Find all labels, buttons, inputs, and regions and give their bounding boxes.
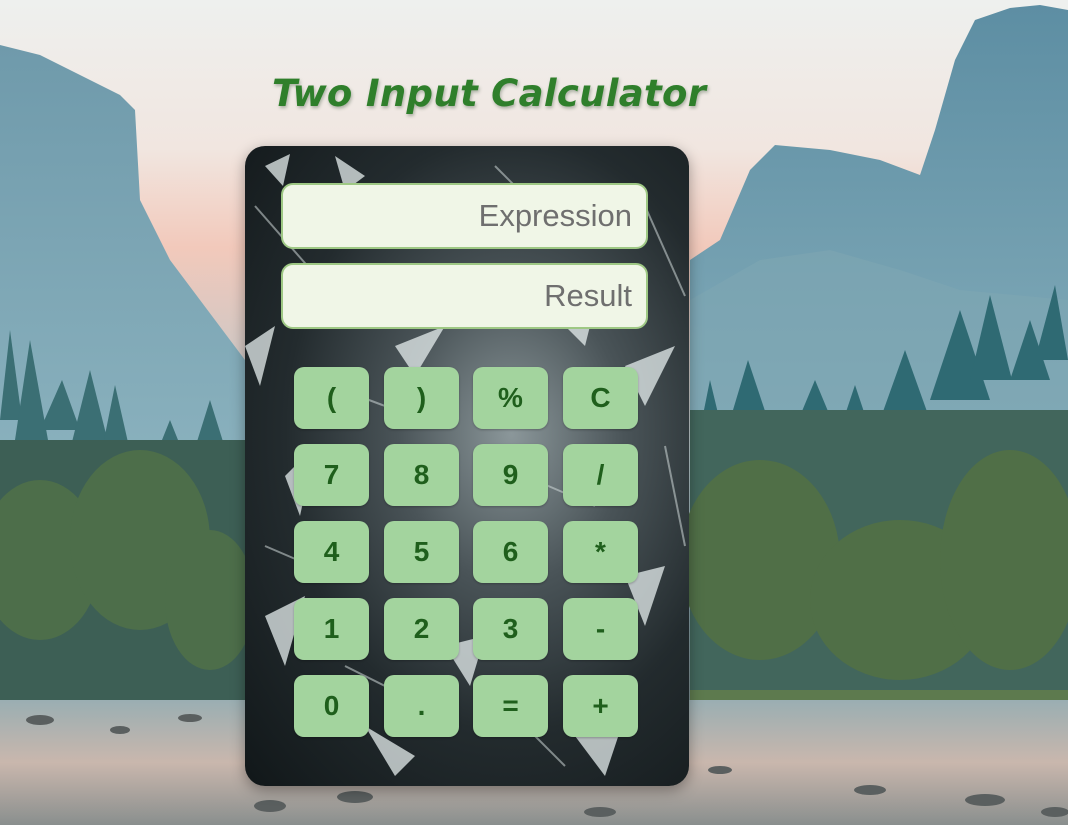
open-paren-button[interactable]: ( — [294, 367, 369, 429]
divide-button[interactable]: / — [563, 444, 638, 506]
digit-9-button[interactable]: 9 — [473, 444, 548, 506]
subtract-button[interactable]: - — [563, 598, 638, 660]
close-paren-button[interactable]: ) — [384, 367, 459, 429]
equals-button[interactable]: = — [473, 675, 548, 737]
clear-button[interactable]: C — [563, 367, 638, 429]
calculator-panel: Expression Result ( ) % C 7 8 9 / 4 5 6 … — [245, 146, 689, 786]
digit-7-button[interactable]: 7 — [294, 444, 369, 506]
decimal-point-button[interactable]: . — [384, 675, 459, 737]
digit-2-button[interactable]: 2 — [384, 598, 459, 660]
digit-4-button[interactable]: 4 — [294, 521, 369, 583]
page-title: Two Input Calculator — [272, 72, 707, 115]
digit-5-button[interactable]: 5 — [384, 521, 459, 583]
digit-3-button[interactable]: 3 — [473, 598, 548, 660]
multiply-button[interactable]: * — [563, 521, 638, 583]
percent-button[interactable]: % — [473, 367, 548, 429]
digit-8-button[interactable]: 8 — [384, 444, 459, 506]
page-background: Two Input Calculator Expression Result (… — [0, 0, 1068, 825]
digit-0-button[interactable]: 0 — [294, 675, 369, 737]
digit-1-button[interactable]: 1 — [294, 598, 369, 660]
result-output[interactable]: Result — [281, 263, 648, 329]
digit-6-button[interactable]: 6 — [473, 521, 548, 583]
expression-input[interactable]: Expression — [281, 183, 648, 249]
add-button[interactable]: + — [563, 675, 638, 737]
